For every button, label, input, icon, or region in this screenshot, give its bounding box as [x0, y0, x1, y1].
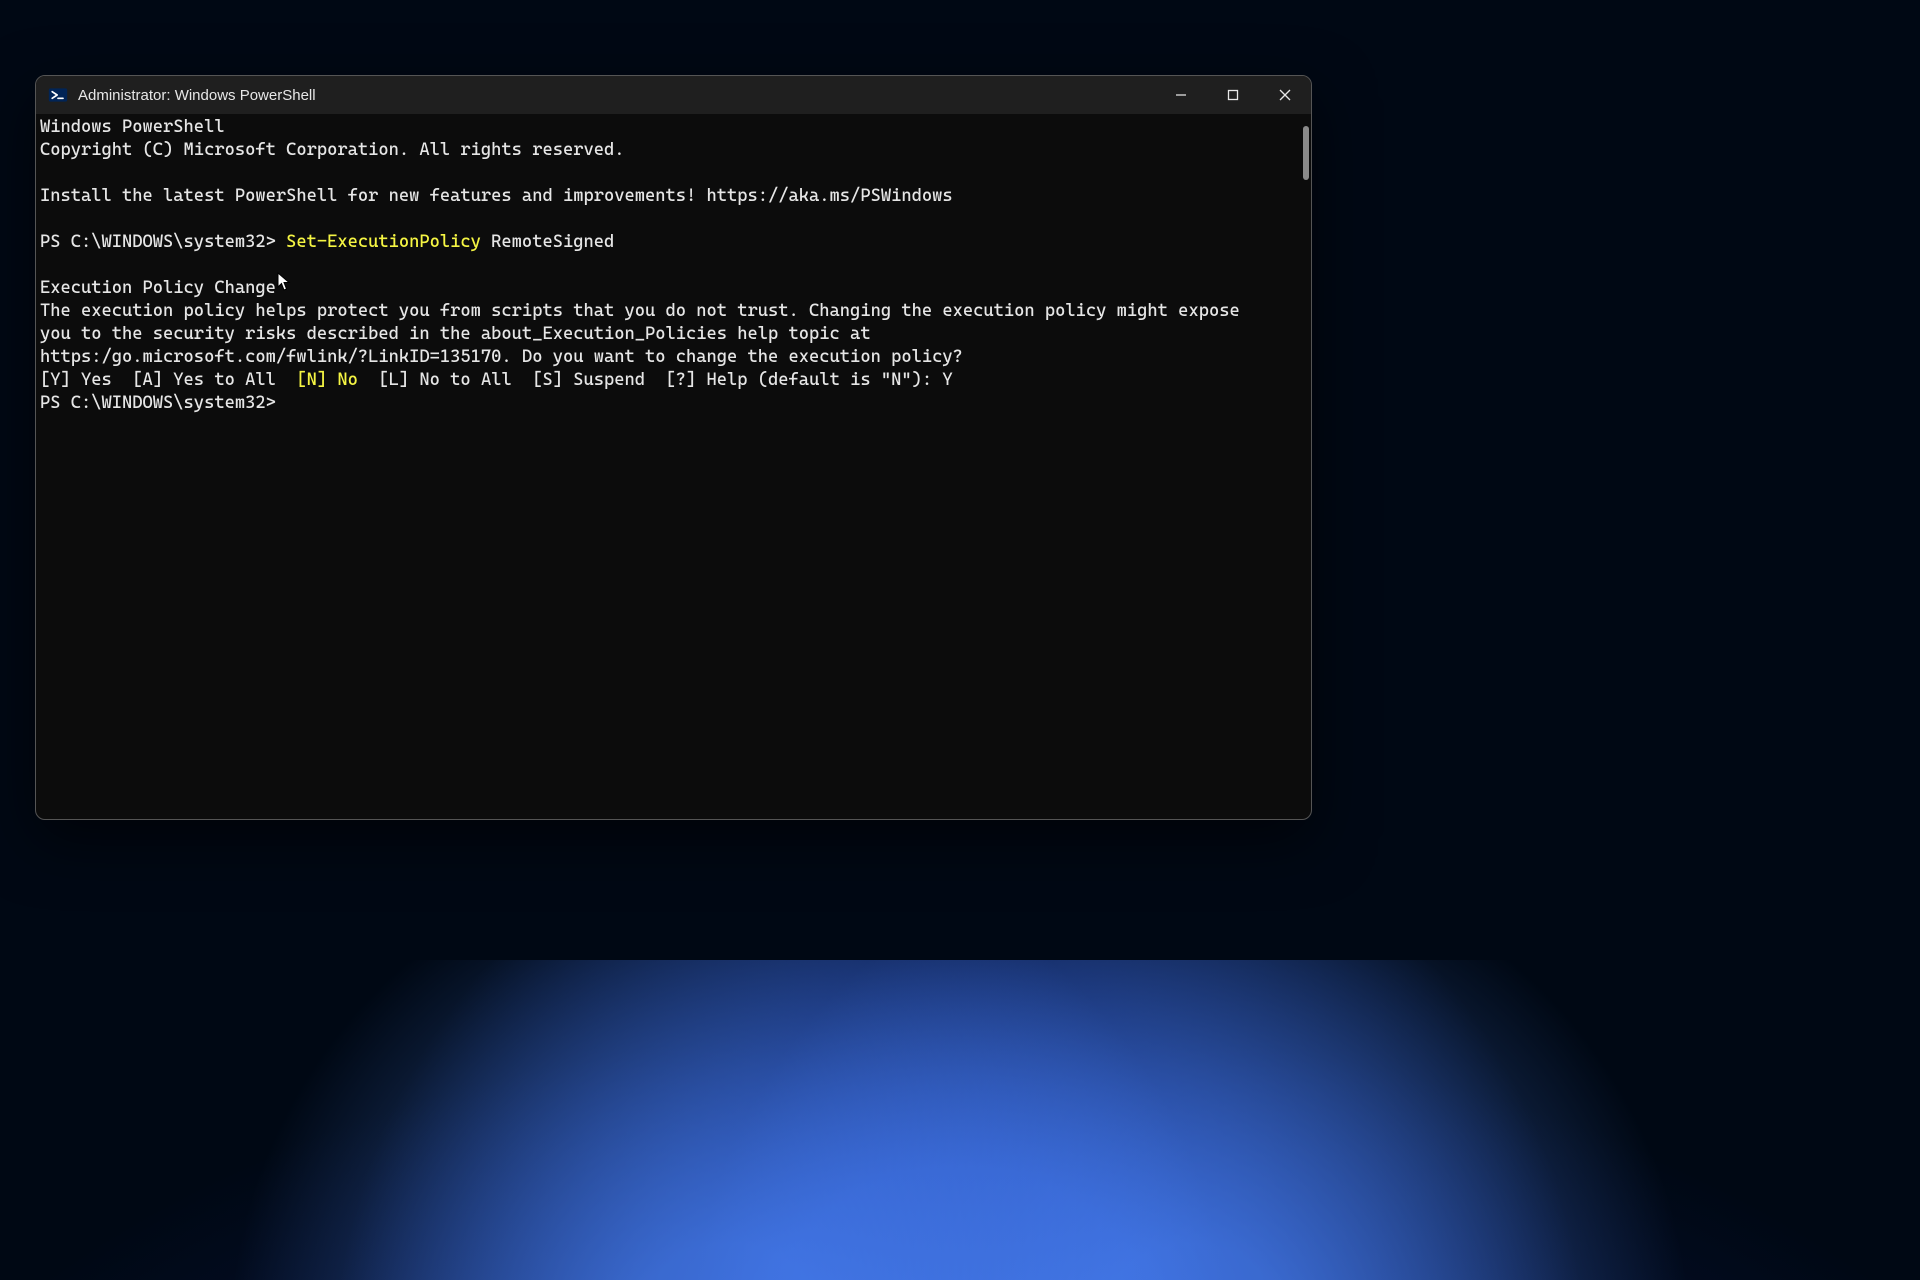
close-button[interactable]	[1259, 76, 1311, 114]
policy-change-header: Execution Policy Change	[40, 278, 276, 298]
window-titlebar[interactable]: Administrator: Windows PowerShell	[36, 76, 1311, 114]
console-text-line: Copyright (C) Microsoft Corporation. All…	[40, 140, 624, 160]
minimize-button[interactable]	[1155, 76, 1207, 114]
console-area[interactable]: Windows PowerShell Copyright (C) Microso…	[36, 114, 1311, 819]
powershell-window: Administrator: Windows PowerShell Window…	[35, 75, 1312, 820]
choice-options: [Y] Yes [A] Yes to All	[40, 370, 296, 390]
command-argument: RemoteSigned	[491, 232, 614, 252]
console-text-line: Install the latest PowerShell for new fe…	[40, 186, 953, 206]
choice-options: [L] No to All [S] Suspend [?] Help (defa…	[358, 370, 953, 390]
scrollbar-thumb[interactable]	[1303, 126, 1309, 180]
powershell-icon	[48, 85, 68, 105]
prompt: PS C:\WINDOWS\system32>	[40, 232, 286, 252]
window-title: Administrator: Windows PowerShell	[78, 87, 1155, 104]
policy-change-body: The execution policy helps protect you f…	[40, 301, 1240, 367]
command-text: Set-ExecutionPolicy	[286, 232, 491, 252]
desktop-background-bloom	[0, 960, 1920, 1280]
default-choice: [N] No	[296, 370, 358, 390]
console-text-line: Windows PowerShell	[40, 117, 225, 137]
maximize-button[interactable]	[1207, 76, 1259, 114]
prompt: PS C:\WINDOWS\system32>	[40, 393, 276, 413]
